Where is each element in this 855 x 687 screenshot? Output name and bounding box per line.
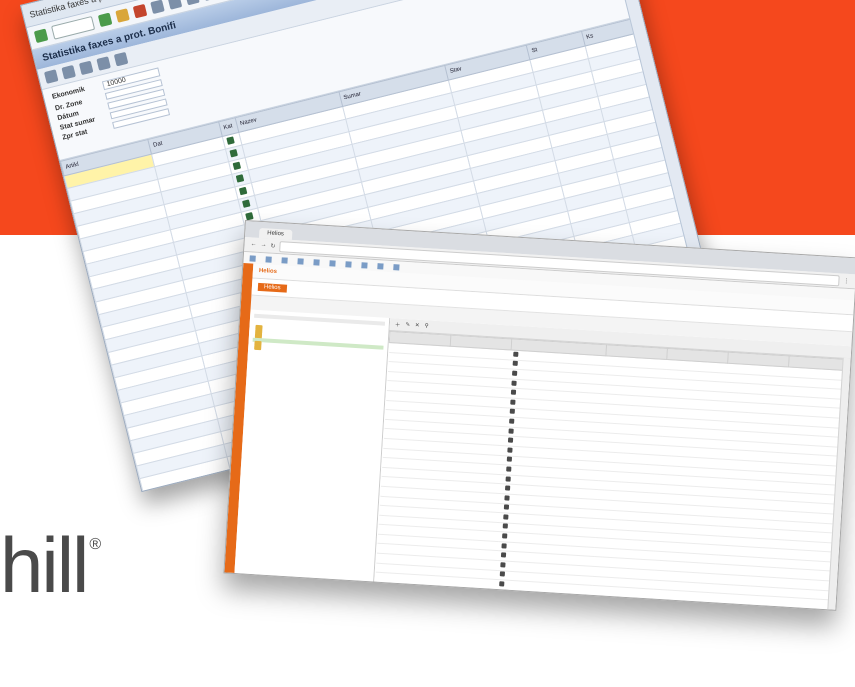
find-icon[interactable] bbox=[167, 0, 183, 10]
print-icon[interactable] bbox=[150, 0, 165, 15]
document-icon bbox=[499, 571, 506, 577]
bookmark-item[interactable] bbox=[329, 260, 337, 267]
helios-panels: ＋ ✎ ✕ ⚲ bbox=[234, 309, 852, 610]
bookmark-item[interactable] bbox=[393, 264, 401, 271]
document-icon bbox=[506, 466, 512, 472]
document-icon bbox=[502, 533, 508, 539]
document-icon bbox=[235, 173, 245, 183]
document-icon bbox=[503, 514, 509, 520]
table-cell bbox=[651, 608, 713, 610]
filter-icon[interactable]: ⚲ bbox=[424, 323, 428, 329]
document-icon bbox=[244, 211, 254, 221]
records-table bbox=[374, 331, 851, 610]
module-tab[interactable]: Helios bbox=[257, 282, 287, 293]
document-icon bbox=[509, 418, 515, 424]
document-icon bbox=[506, 456, 513, 463]
document-icon bbox=[499, 581, 505, 587]
document-icon bbox=[226, 135, 235, 145]
document-icon bbox=[241, 198, 251, 208]
bookmark-item[interactable] bbox=[297, 258, 305, 265]
document-icon bbox=[510, 399, 516, 405]
document-icon bbox=[505, 475, 512, 482]
exit-icon[interactable] bbox=[115, 8, 130, 23]
browser-tab[interactable]: Helios bbox=[258, 227, 293, 240]
back-icon[interactable] bbox=[97, 12, 113, 28]
bookmark-item[interactable] bbox=[249, 255, 257, 262]
export-icon[interactable] bbox=[96, 56, 111, 71]
cancel-icon[interactable] bbox=[132, 3, 148, 19]
table-body bbox=[374, 342, 850, 610]
document-icon bbox=[502, 523, 509, 530]
bookmark-item[interactable] bbox=[281, 257, 289, 264]
document-icon bbox=[508, 437, 514, 443]
helios-main: Helios Helios ＋ ✎ ✕ ⚲ bbox=[234, 263, 855, 610]
document-icon bbox=[505, 485, 511, 491]
bookmark-item[interactable] bbox=[345, 261, 353, 268]
document-icon bbox=[507, 447, 513, 453]
document-icon bbox=[501, 542, 508, 549]
document-icon bbox=[498, 600, 504, 606]
document-icon bbox=[500, 562, 506, 568]
document-icon bbox=[501, 552, 507, 558]
helios-window: Helios ← → ↻ ⋮ Helios Helios ＋ ✎ ✕ ⚲ bbox=[223, 220, 855, 611]
document-icon bbox=[512, 361, 519, 367]
document-icon bbox=[512, 370, 518, 376]
helios-logo: Helios bbox=[258, 267, 278, 276]
document-icon bbox=[509, 408, 516, 415]
filter-icon[interactable] bbox=[61, 64, 76, 80]
layout-icon[interactable] bbox=[185, 0, 200, 6]
bookmark-item[interactable] bbox=[377, 263, 385, 270]
table-cell bbox=[590, 604, 652, 610]
table-cell bbox=[374, 591, 435, 605]
delete-icon[interactable]: ✕ bbox=[415, 323, 420, 329]
refresh-icon[interactable] bbox=[43, 69, 59, 84]
document-icon-cell bbox=[494, 598, 592, 610]
brand-logo-text: hill ® bbox=[0, 521, 101, 609]
forward-arrow-icon[interactable]: → bbox=[260, 242, 266, 248]
table-cell bbox=[433, 604, 495, 610]
bookmark-item[interactable] bbox=[361, 262, 369, 269]
document-icon bbox=[504, 504, 510, 510]
bookmark-item[interactable] bbox=[313, 259, 321, 266]
add-icon[interactable]: ＋ bbox=[395, 320, 401, 328]
document-icon bbox=[511, 380, 517, 386]
sort-icon[interactable] bbox=[78, 60, 94, 76]
menu-icon[interactable]: ⋮ bbox=[843, 277, 849, 284]
check-icon[interactable] bbox=[33, 28, 49, 44]
document-icon-cell bbox=[494, 608, 591, 610]
reload-icon[interactable]: ↻ bbox=[270, 242, 275, 249]
edit-icon[interactable]: ✎ bbox=[405, 322, 410, 328]
table-cell bbox=[374, 601, 435, 610]
document-icon bbox=[511, 389, 517, 396]
records-grid: ＋ ✎ ✕ ⚲ bbox=[374, 318, 852, 610]
back-arrow-icon[interactable]: ← bbox=[250, 241, 256, 247]
folder-tree bbox=[234, 309, 391, 582]
document-icon bbox=[504, 495, 510, 501]
table-cell bbox=[434, 595, 496, 609]
document-icon bbox=[232, 161, 241, 170]
settings-icon[interactable] bbox=[202, 0, 218, 1]
document-icon bbox=[498, 590, 505, 597]
document-icon bbox=[508, 428, 515, 434]
document-icon bbox=[229, 148, 238, 157]
bookmark-item[interactable] bbox=[265, 256, 273, 263]
detail-icon[interactable] bbox=[113, 51, 129, 67]
document-icon bbox=[513, 351, 519, 357]
document-icon bbox=[238, 186, 248, 195]
